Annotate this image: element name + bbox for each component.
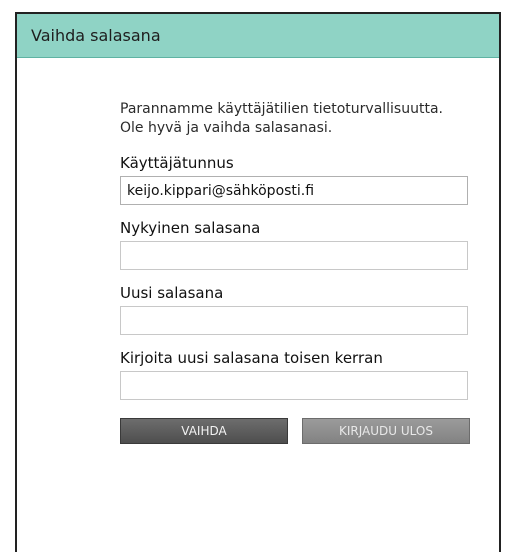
change-password-button[interactable]: VAIHDA xyxy=(120,418,288,444)
current-password-label: Nykyinen salasana xyxy=(120,219,261,237)
button-row: VAIHDA KIRJAUDU ULOS xyxy=(120,418,470,444)
username-label: Käyttäjätunnus xyxy=(120,154,234,172)
change-password-form: Parannamme käyttäjätilien tietoturvallis… xyxy=(120,100,470,444)
dialog-title: Vaihda salasana xyxy=(31,26,161,45)
dialog-header: Vaihda salasana xyxy=(17,14,499,58)
change-password-dialog: Vaihda salasana Parannamme käyttäjätilie… xyxy=(15,12,501,552)
new-password-label: Uusi salasana xyxy=(120,284,224,302)
username-field[interactable] xyxy=(120,176,468,205)
intro-text: Parannamme käyttäjätilien tietoturvallis… xyxy=(120,101,443,136)
confirm-password-field[interactable] xyxy=(120,371,468,400)
current-password-field[interactable] xyxy=(120,241,468,270)
logout-button[interactable]: KIRJAUDU ULOS xyxy=(302,418,470,444)
new-password-field[interactable] xyxy=(120,306,468,335)
confirm-password-label: Kirjoita uusi salasana toisen kerran xyxy=(120,349,383,367)
